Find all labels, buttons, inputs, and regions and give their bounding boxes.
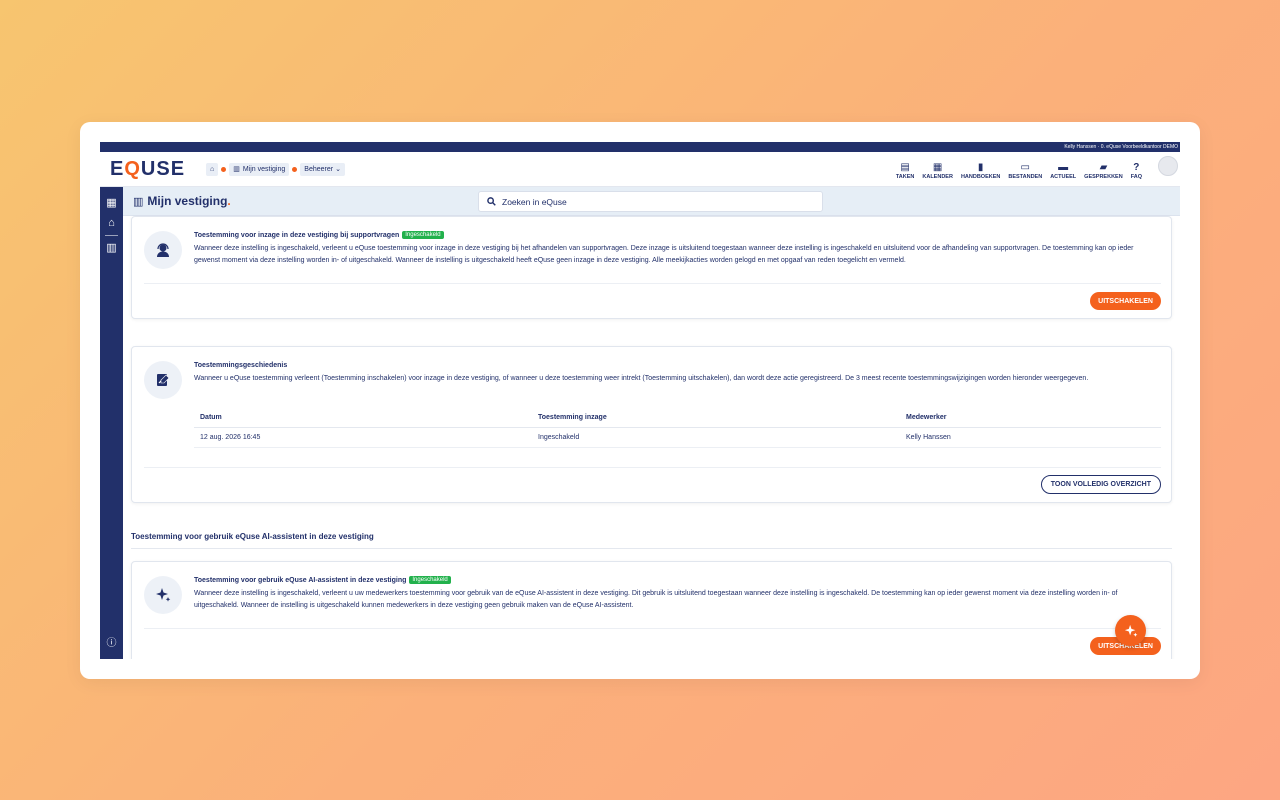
card-title: Toestemming voor gebruik eQuse AI-assist… [194, 575, 1161, 585]
news-icon: ▬ [1058, 162, 1069, 173]
chat-icon: ▰ [1099, 162, 1108, 173]
nav-kalender[interactable]: ▦ KALENDER [922, 162, 953, 180]
nav-bestanden[interactable]: ▭ BESTANDEN [1008, 162, 1042, 180]
page-titlebar: ▥ Mijn vestiging. Zoeken in eQuse [123, 187, 1180, 216]
support-agent-icon [144, 231, 182, 269]
table-row: 12 aug. 2026 16:45 Ingeschakeld Kelly Ha… [194, 427, 1161, 448]
nav-taken[interactable]: ▤ TAKEN [896, 162, 915, 180]
status-badge: Ingeschakeld [409, 576, 451, 584]
equse-logo[interactable]: EQUSE [110, 158, 198, 181]
disable-support-consent-button[interactable]: UITSCHAKELEN [1090, 292, 1161, 310]
card-description: Wanneer deze instelling is ingeschakeld,… [194, 590, 1118, 609]
nav-faq[interactable]: ? FAQ [1131, 162, 1142, 180]
sparkles-icon [144, 576, 182, 614]
role-dropdown[interactable]: Beheerer ⌄ [300, 162, 345, 176]
clipboard-icon: ▤ [900, 162, 910, 173]
top-navigation: ▤ TAKEN ▦ KALENDER ▮ HANDBOEKEN ▭ BESTANDEN … [896, 152, 1180, 186]
card-title: Toestemming voor inzage in deze vestigin… [194, 230, 1161, 240]
book-icon: ▮ [977, 162, 984, 173]
archive-icon: ▭ [1020, 162, 1030, 173]
breadcrumb-home[interactable]: ⌂ [206, 162, 219, 176]
table-header-row: Datum Toestemming inzage Medewerker [194, 409, 1161, 428]
show-full-overview-button[interactable]: TOON VOLLEDIG OVERZICHT [1040, 475, 1161, 494]
home-icon: ⌂ [210, 165, 215, 173]
breadcrumb-separator [221, 166, 227, 172]
calendar-icon: ▦ [932, 162, 943, 173]
sidebar: ▦ ⌂ ▥ ⓘ [100, 187, 123, 659]
breadcrumb-separator [292, 166, 298, 172]
ai-assistant-button[interactable] [1115, 615, 1146, 646]
question-icon: ? [1133, 162, 1140, 173]
help-icon[interactable]: ⓘ [100, 634, 123, 649]
column-header: Toestemming inzage [532, 409, 900, 428]
sparkles-icon [1124, 624, 1137, 637]
current-user-label: Kelly Hanssen · 0. eQuse Voorbeeldkantoo… [1064, 144, 1178, 150]
card-description: Wanneer u eQuse toestemming verleent (To… [194, 375, 1089, 382]
cell-employee: Kelly Hanssen [900, 427, 1161, 448]
main-content: ▥ Mijn vestiging. Zoeken in eQuse Toeste… [123, 187, 1180, 659]
column-header: Medewerker [900, 409, 1161, 428]
sidebar-divider [105, 235, 118, 236]
search-input[interactable]: Zoeken in eQuse [478, 191, 823, 212]
card-body: Toestemming voor inzage in deze vestigin… [194, 230, 1161, 267]
chevron-down-icon: ⌄ [335, 166, 341, 173]
section-title: Toestemming voor gebruik eQuse AI-assist… [131, 532, 374, 541]
support-consent-card: Toestemming voor inzage in deze vestigin… [131, 216, 1172, 319]
apps-grid-icon[interactable]: ▦ [100, 193, 123, 213]
card-description: Wanneer deze instelling is ingeschakeld,… [194, 245, 1134, 264]
card-body: Toestemming voor gebruik eQuse AI-assist… [194, 575, 1161, 612]
app-header: EQUSE ⌂ ▥ Mijn vestiging Beheerer ⌄ ▤ TAK… [100, 152, 1180, 187]
card-divider [144, 467, 1161, 468]
section-divider [131, 548, 1172, 549]
card-divider [144, 628, 1161, 629]
nav-actueel[interactable]: ▬ ACTUEEL [1050, 162, 1076, 180]
home-icon[interactable]: ⌂ [100, 213, 123, 233]
user-avatar[interactable] [1158, 156, 1178, 176]
app-window: Kelly Hanssen · 0. eQuse Voorbeeldkantoo… [100, 142, 1180, 659]
nav-gesprekken[interactable]: ▰ GESPREKKEN [1084, 162, 1123, 180]
screenshot-frame: Kelly Hanssen · 0. eQuse Voorbeeldkantoo… [80, 122, 1200, 679]
search-icon [487, 197, 496, 206]
breadcrumb: ⌂ ▥ Mijn vestiging Beheerer ⌄ [206, 162, 345, 176]
building-icon: ▥ [133, 195, 144, 208]
cell-consent: Ingeschakeld [532, 427, 900, 448]
signature-document-icon [144, 361, 182, 399]
user-strip: Kelly Hanssen · 0. eQuse Voorbeeldkantoo… [100, 142, 1180, 152]
card-title: Toestemmingsgeschiedenis [194, 361, 288, 369]
building-icon[interactable]: ▥ [100, 238, 123, 258]
nav-handboeken[interactable]: ▮ HANDBOEKEN [961, 162, 1000, 180]
status-badge: Ingeschakeld [402, 231, 444, 239]
page-title: ▥ Mijn vestiging. [133, 194, 231, 208]
consent-history-card: Toestemmingsgeschiedenis Wanneer u eQuse… [131, 346, 1172, 503]
history-table: Datum Toestemming inzage Medewerker 12 a… [194, 409, 1161, 448]
card-divider [144, 283, 1161, 284]
column-header: Datum [194, 409, 532, 428]
building-icon: ▥ [233, 166, 240, 173]
cell-date: 12 aug. 2026 16:45 [194, 427, 532, 448]
card-body: Toestemmingsgeschiedenis Wanneer u eQuse… [194, 360, 1161, 385]
breadcrumb-mijn-vestiging[interactable]: ▥ Mijn vestiging [229, 162, 290, 176]
ai-consent-card: Toestemming voor gebruik eQuse AI-assist… [131, 561, 1172, 659]
